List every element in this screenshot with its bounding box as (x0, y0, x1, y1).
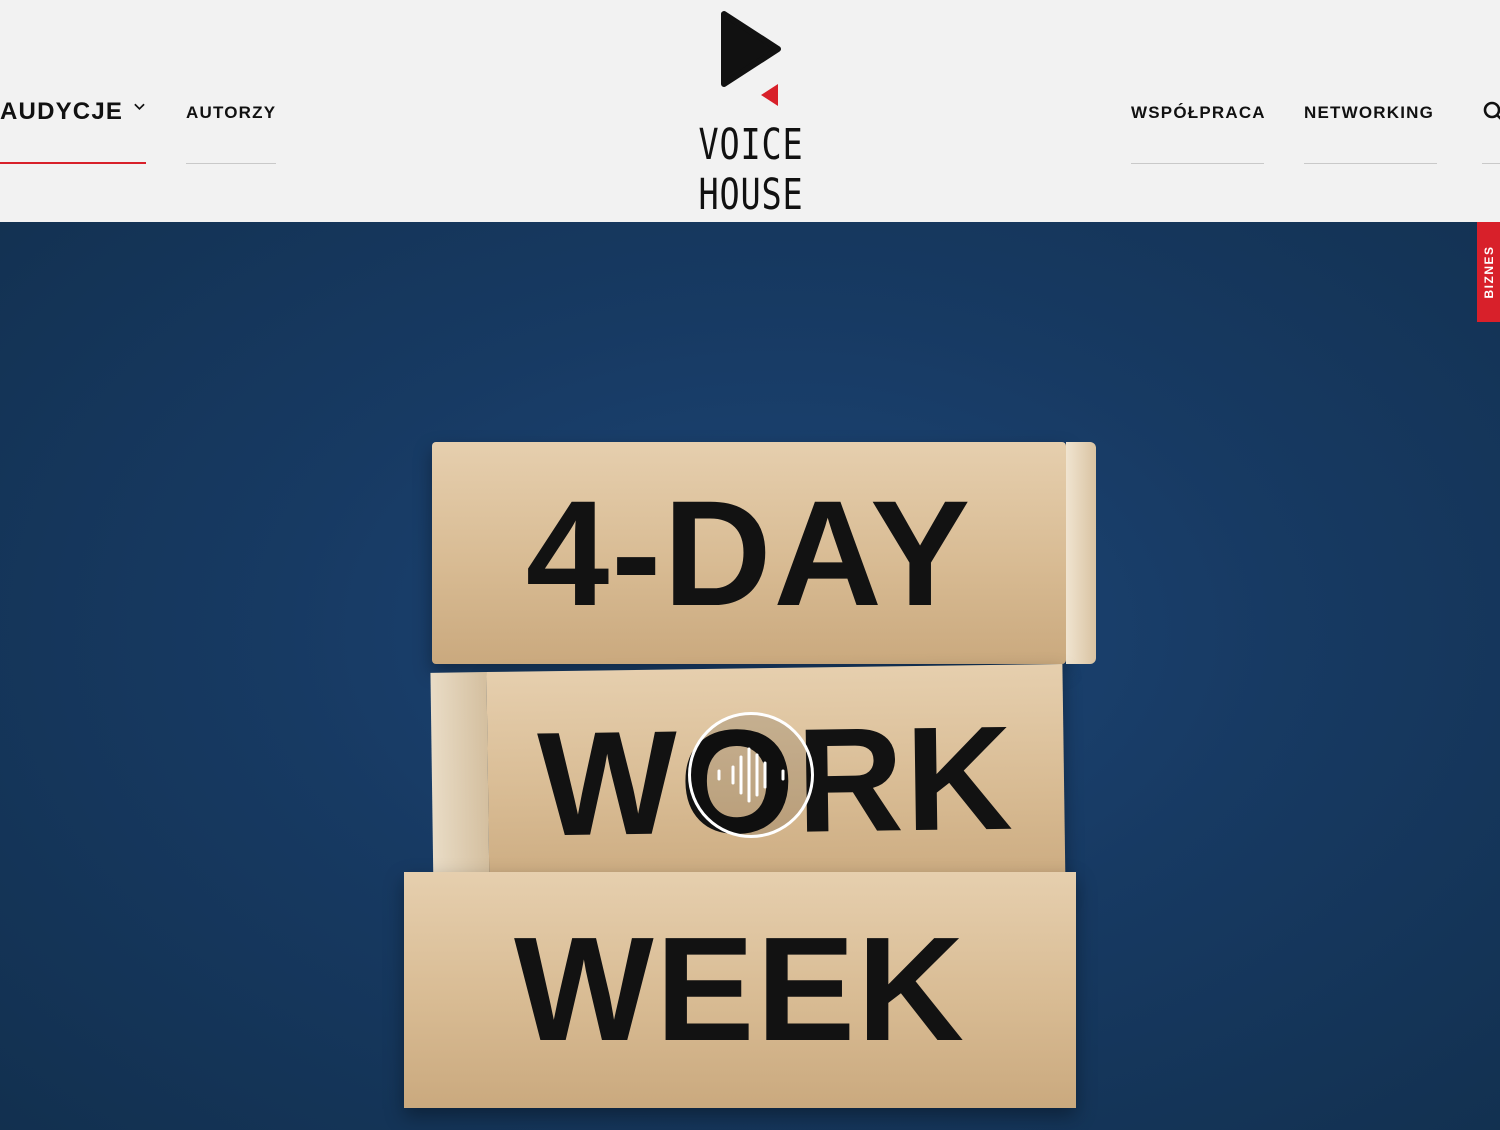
wood-block-bottom: WEEK (404, 872, 1076, 1108)
play-audio-button[interactable] (688, 712, 814, 838)
wood-block-top: 4-DAY (432, 442, 1096, 664)
nav-item-label: AUTORZY (186, 103, 277, 122)
nav-item-label: AUDYCJE (0, 98, 124, 125)
site-header: AUDYCJE AUTORZY VOICE HOUSE WSPÓŁPRACA N… (0, 0, 1500, 222)
chevron-down-icon (134, 103, 145, 111)
play-logo-icon (721, 11, 781, 106)
nav-item-label: NETWORKING (1304, 103, 1435, 122)
nav-item-wspolpraca[interactable]: WSPÓŁPRACA (1131, 82, 1266, 164)
search-icon (1483, 101, 1500, 120)
hero-image[interactable]: BIZNES 4-DAY WORK WEEK (0, 222, 1500, 1130)
site-logo[interactable]: VOICE HOUSE (640, 10, 862, 220)
nav-item-autorzy[interactable]: AUTORZY (186, 82, 276, 164)
search-button[interactable] (1482, 100, 1500, 164)
nav-item-label: WSPÓŁPRACA (1131, 103, 1266, 122)
category-badge[interactable]: BIZNES (1477, 222, 1500, 322)
brand-name: VOICE HOUSE (698, 120, 804, 220)
nav-item-networking[interactable]: NETWORKING (1304, 82, 1437, 164)
category-label: BIZNES (1481, 245, 1496, 299)
block-text: 4-DAY (525, 468, 973, 637)
audio-wave-icon (717, 747, 785, 803)
nav-item-audycje[interactable]: AUDYCJE (0, 82, 146, 164)
block-text: WEEK (514, 907, 966, 1072)
